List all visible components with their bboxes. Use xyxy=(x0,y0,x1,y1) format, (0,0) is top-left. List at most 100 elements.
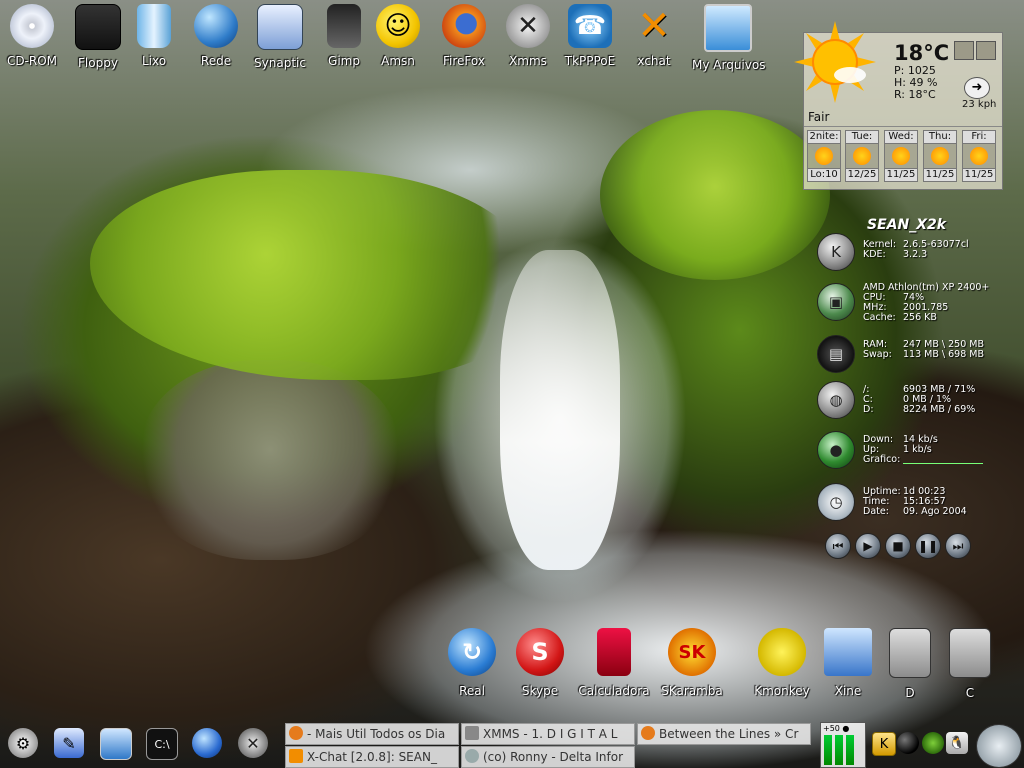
weather-settings-button[interactable] xyxy=(954,41,974,60)
desktop-icon-calculadora[interactable]: Calculadora xyxy=(574,628,654,698)
taskbar-task-chat[interactable]: (co) Ronny - Delta Infor xyxy=(461,746,635,768)
forecast-day-label: Fri: xyxy=(962,130,996,144)
trash-icon xyxy=(137,4,171,48)
taskbar-task-xchat[interactable]: X-Chat [2.0.8]: SEAN_ xyxy=(285,746,459,768)
browser-launcher-icon[interactable] xyxy=(192,728,222,758)
xmms-icon: ✕ xyxy=(506,4,550,48)
desktop-icon-label: FireFox xyxy=(443,54,485,68)
task-label: Between the Lines » Cr xyxy=(659,727,799,741)
desktop-icon-amsn[interactable]: ☺ Amsn xyxy=(362,4,434,68)
weather-temperature: 18°C xyxy=(894,41,950,65)
amsn-icon: ☺ xyxy=(376,4,420,48)
cpu-info-lines: AMD Athlon(tm) XP 2400+ CPU: 74% MHz: 2001… xyxy=(863,283,989,323)
desktop-icon-label: My Arquivos xyxy=(692,58,766,72)
taskbar-task-firefox[interactable]: - Mais Util Todos os Dia xyxy=(285,723,459,745)
drive-icon xyxy=(889,628,931,678)
up-value: 1 kb/s xyxy=(903,444,932,455)
desktop-icon-label: Calculadora xyxy=(578,684,650,698)
desktop-icon-label: TkPPPoE xyxy=(564,54,616,68)
forecast-day: Thu: 11/25 xyxy=(923,130,957,184)
desktop-icon-skype[interactable]: S Skype xyxy=(500,628,580,698)
weather-refresh-button[interactable] xyxy=(976,41,996,60)
sunny-weather-icon xyxy=(794,21,876,103)
xmms-launcher-icon[interactable]: ✕ xyxy=(238,728,268,758)
forecast-day: 2nite: Lo:10 xyxy=(807,130,841,184)
desktop-icon-label: CD-ROM xyxy=(6,54,58,68)
graph-label: Grafico: xyxy=(863,454,901,465)
kde-menu-icon[interactable]: ⚙ xyxy=(8,728,38,758)
cpu-load-monitor: +50 ● xyxy=(820,722,866,768)
time-info-lines: Uptime: 1d 00:23 Time: 15:16:57 Date: 09. A… xyxy=(863,487,967,517)
forecast-day-label: 2nite: xyxy=(807,130,841,144)
cpu-load-bar xyxy=(835,735,843,765)
gecko-icon[interactable] xyxy=(922,732,944,754)
forecast-day-label: Wed: xyxy=(884,130,918,144)
bomb-icon[interactable] xyxy=(897,732,919,754)
weather-widget: 18°C P: 1025 H: 49 % R: 18°C ➜ 23 kph Fa… xyxy=(794,21,1003,190)
desktop-icon-xchat[interactable]: ✕ xchat xyxy=(618,3,690,68)
desktop-icon-firefox[interactable]: FireFox xyxy=(428,4,500,68)
forecast-day-label: Tue: xyxy=(845,130,879,144)
hard-disk-icon: ◍ xyxy=(817,381,855,419)
gimp-icon xyxy=(327,4,361,48)
analog-clock[interactable] xyxy=(976,724,1022,768)
firefox-icon xyxy=(289,726,303,740)
desktop-icon-synaptic[interactable]: Synaptic xyxy=(244,4,316,70)
forecast-day: Tue: 12/25 xyxy=(845,130,879,184)
wind-direction-icon: ➜ xyxy=(964,77,990,99)
xchat-icon xyxy=(289,749,303,763)
task-label: - Mais Util Todos os Dia xyxy=(307,727,446,741)
pause-button[interactable]: ❚❚ xyxy=(915,533,941,559)
klipper-icon[interactable]: K xyxy=(872,732,896,756)
forecast-weather-icon xyxy=(807,144,841,168)
cache-value: 256 KB xyxy=(903,312,937,323)
taskbar-task-xmms[interactable]: XMMS - 1. D I G I T A L xyxy=(461,723,635,745)
date-value: 09. Ago 2004 xyxy=(903,506,967,517)
task-label: X-Chat [2.0.8]: SEAN_ xyxy=(307,750,437,764)
cpu-load-label: +50 ● xyxy=(823,724,850,733)
cache-line: Cache: 256 KB xyxy=(863,313,989,323)
stop-button[interactable]: ■ xyxy=(885,533,911,559)
terminal-icon[interactable]: C:\ xyxy=(146,728,178,760)
date-line: Date: 09. Ago 2004 xyxy=(863,507,967,517)
disk-d-line: D: 8224 MB / 69% xyxy=(863,405,975,415)
desktop-icon-cdrom[interactable]: CD-ROM xyxy=(0,4,68,68)
system-monitor-widget: SEAN_X2k K Kernel: 2.6.5-63077cl KDE: 3.2.… xyxy=(815,215,1015,595)
desktop-launcher-icon[interactable] xyxy=(100,728,132,760)
clock-icon: ◷ xyxy=(817,483,855,521)
forecast-day: Wed: 11/25 xyxy=(884,130,918,184)
wallpaper-rock xyxy=(140,360,400,560)
next-track-button[interactable]: ⏭ xyxy=(945,533,971,559)
play-button[interactable]: ▶ xyxy=(855,533,881,559)
kde-value: 3.2.3 xyxy=(903,249,928,260)
desktop-icon-tkpppoe[interactable]: ☎ TkPPPoE xyxy=(554,4,626,68)
forecast-weather-icon xyxy=(962,144,996,168)
firefox-icon xyxy=(442,4,486,48)
forecast-temp: 11/25 xyxy=(923,168,957,182)
swap-line: Swap: 113 MB \ 698 MB xyxy=(863,350,984,360)
skype-icon: S xyxy=(516,628,564,676)
weather-condition: Fair xyxy=(808,110,830,124)
network-icon xyxy=(194,4,238,48)
desktop-icon-skaramba[interactable]: SK SKaramba xyxy=(652,628,732,698)
editor-launcher-icon[interactable]: ✎ xyxy=(54,728,84,758)
memory-info-lines: RAM: 247 MB \ 250 MB Swap: 113 MB \ 698 MB xyxy=(863,340,984,360)
tux-icon[interactable]: 🐧 xyxy=(946,732,968,754)
synaptic-icon xyxy=(257,4,303,50)
xmms-icon xyxy=(465,726,479,740)
desktop-icon-drive-c[interactable]: C xyxy=(930,628,1010,700)
globe-network-icon: ● xyxy=(817,431,855,469)
kde-line: KDE: 3.2.3 xyxy=(863,250,969,260)
previous-track-button[interactable]: ⏮ xyxy=(825,533,851,559)
wallpaper-moss-left xyxy=(90,170,530,380)
desktop-icon-network[interactable]: Rede xyxy=(180,4,252,68)
banana-icon xyxy=(758,628,806,676)
skaramba-icon: SK xyxy=(668,628,716,676)
desktop-icon-label: SKaramba xyxy=(661,684,723,698)
taskbar-task-browser[interactable]: Between the Lines » Cr xyxy=(637,723,811,745)
weather-realfeel: R: 18°C xyxy=(894,88,936,101)
xchat-icon: ✕ xyxy=(637,3,671,49)
desktop-icon-my-arquivos[interactable]: My Arquivos xyxy=(692,4,766,72)
disk-d-label: D: xyxy=(863,404,874,415)
calculator-icon xyxy=(597,628,631,676)
